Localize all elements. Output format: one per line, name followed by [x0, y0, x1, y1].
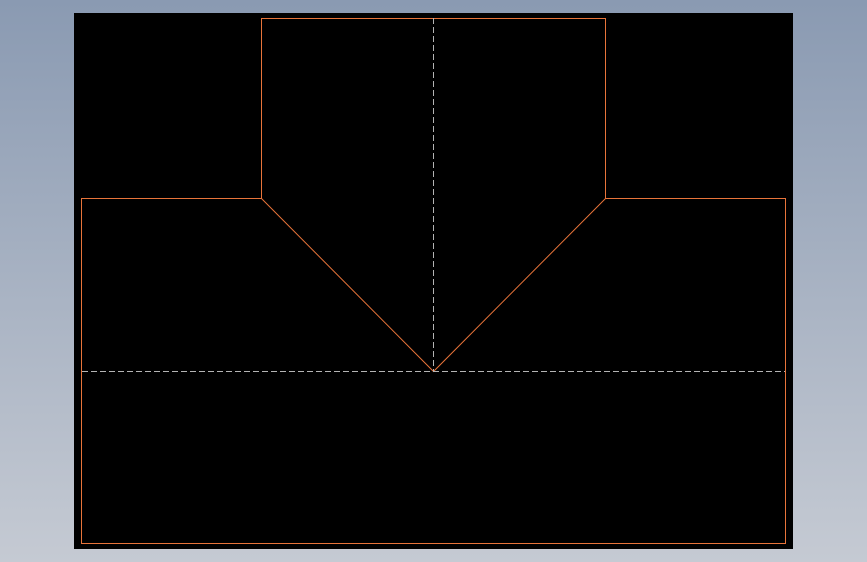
cad-viewport: [0, 0, 867, 562]
tee-fitting-drawing: [81, 18, 786, 544]
